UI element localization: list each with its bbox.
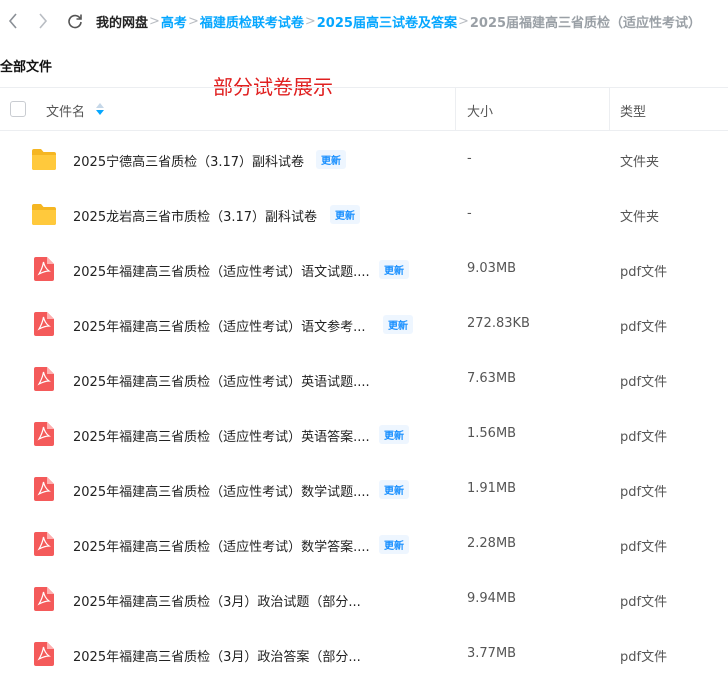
table-row[interactable]: 2025年福建高三省质检（适应性考试）语文参考... 更新 272.83KB pdf文… <box>0 297 728 352</box>
top-toolbar: 我的网盘 > 高考 > 福建质检联考试卷 >2025届高三试卷及答案 >2025届福建高三省… <box>0 0 728 42</box>
update-badge: 更新 <box>330 205 360 224</box>
file-name[interactable]: 2025龙岩高三省市质检（3.17）副科试卷 <box>73 206 317 225</box>
file-name[interactable]: 2025年福建高三省质检（3月）政治试题（部分... <box>73 591 361 610</box>
update-badge: 更新 <box>379 480 409 499</box>
refresh-button[interactable] <box>64 10 86 32</box>
folder-icon <box>31 202 57 230</box>
file-name[interactable]: 2025年福建高三省质检（适应性考试）英语试题.... <box>73 371 370 390</box>
update-badge: 更新 <box>316 150 346 169</box>
file-type: 文件夹 <box>620 210 660 225</box>
file-type: pdf文件 <box>620 650 668 665</box>
file-type: 文件夹 <box>620 155 660 170</box>
column-header-size[interactable]: 大小 <box>467 101 493 120</box>
file-type: pdf文件 <box>620 540 668 555</box>
sort-icon[interactable] <box>96 103 104 115</box>
pdf-icon <box>34 422 54 450</box>
pdf-icon <box>34 532 54 560</box>
file-type: pdf文件 <box>620 320 668 335</box>
file-type: pdf文件 <box>620 430 668 445</box>
file-size: 3.77MB <box>467 646 517 661</box>
file-type: pdf文件 <box>620 485 668 500</box>
file-size: - <box>467 151 472 166</box>
file-type: pdf文件 <box>620 375 668 390</box>
pdf-icon <box>34 587 54 615</box>
update-badge: 更新 <box>383 315 413 334</box>
pdf-icon <box>34 257 54 285</box>
file-size: 7.63MB <box>467 371 517 386</box>
file-size: - <box>467 206 472 221</box>
breadcrumb-item[interactable]: 2025届高三试卷及答案 <box>317 12 457 31</box>
file-name[interactable]: 2025年福建高三省质检（适应性考试）语文试题.... <box>73 261 370 280</box>
forward-button[interactable] <box>32 10 54 32</box>
file-size: 1.56MB <box>467 426 517 441</box>
breadcrumb-item[interactable]: 高考 <box>161 12 187 31</box>
file-name[interactable]: 2025宁德高三省质检（3.17）副科试卷 <box>73 151 304 170</box>
breadcrumb-separator-icon: > <box>304 13 316 29</box>
file-name[interactable]: 2025年福建高三省质检（适应性考试）语文参考... <box>73 316 365 335</box>
file-size: 272.83KB <box>467 316 530 331</box>
back-button[interactable] <box>2 10 24 32</box>
folder-icon <box>31 147 57 175</box>
pdf-icon <box>34 367 54 395</box>
file-name[interactable]: 2025年福建高三省质检（适应性考试）数学答案.... <box>73 536 370 555</box>
refresh-icon <box>68 14 82 29</box>
file-name[interactable]: 2025年福建高三省质检（3月）政治答案（部分... <box>73 646 361 665</box>
breadcrumb-item[interactable]: 2025届福建高三省质检（适应性考试） <box>470 12 701 31</box>
file-type: pdf文件 <box>620 265 668 280</box>
update-badge: 更新 <box>379 425 409 444</box>
breadcrumb-item[interactable]: 福建质检联考试卷 <box>200 12 304 31</box>
file-size: 1.91MB <box>467 481 517 496</box>
table-row[interactable]: 2025年福建高三省质检（3月）政治试题（部分... 9.94MB pdf文件 <box>0 572 728 627</box>
column-header-type[interactable]: 类型 <box>620 101 646 120</box>
pdf-icon <box>34 477 54 505</box>
file-name[interactable]: 2025年福建高三省质检（适应性考试）数学试题.... <box>73 481 370 500</box>
file-size: 2.28MB <box>467 536 517 551</box>
column-divider[interactable] <box>609 88 610 131</box>
update-badge: 更新 <box>379 535 409 554</box>
table-row[interactable]: 2025年福建高三省质检（适应性考试）英语试题.... 7.63MB pdf文件 <box>0 352 728 407</box>
table-row[interactable]: 2025龙岩高三省市质检（3.17）副科试卷 更新 - 文件夹 <box>0 187 728 242</box>
breadcrumb: 我的网盘 > 高考 > 福建质检联考试卷 >2025届高三试卷及答案 >2025届福建高三省… <box>96 12 701 31</box>
chevron-left-icon <box>8 13 17 29</box>
table-row[interactable]: 2025宁德高三省质检（3.17）副科试卷 更新 - 文件夹 <box>0 132 728 187</box>
breadcrumb-separator-icon: > <box>187 13 199 29</box>
table-header: 文件名 大小 类型 <box>0 87 728 131</box>
update-badge: 更新 <box>379 260 409 279</box>
file-size: 9.94MB <box>467 591 517 606</box>
column-header-name[interactable]: 文件名 <box>46 101 85 120</box>
file-size: 9.03MB <box>467 261 517 276</box>
breadcrumb-item[interactable]: 我的网盘 <box>96 12 148 31</box>
table-row[interactable]: 2025年福建高三省质检（适应性考试）数学试题.... 更新 1.91MB pdf文件 <box>0 462 728 517</box>
column-divider[interactable] <box>455 88 456 131</box>
pdf-icon <box>34 312 54 340</box>
table-row[interactable]: 2025年福建高三省质检（适应性考试）数学答案.... 更新 2.28MB pdf文件 <box>0 517 728 572</box>
table-row[interactable]: 2025年福建高三省质检（3月）政治答案（部分... 3.77MB pdf文件 <box>0 627 728 682</box>
file-list: 2025宁德高三省质检（3.17）副科试卷 更新 - 文件夹 2025龙岩高三省市质检（… <box>0 132 728 682</box>
breadcrumb-separator-icon: > <box>149 13 160 29</box>
page-title: 全部文件 <box>0 60 53 75</box>
pdf-icon <box>34 642 54 670</box>
chevron-right-icon <box>39 13 48 29</box>
file-name[interactable]: 2025年福建高三省质检（适应性考试）英语答案.... <box>73 426 370 445</box>
file-type: pdf文件 <box>620 595 668 610</box>
table-row[interactable]: 2025年福建高三省质检（适应性考试）语文试题.... 更新 9.03MB pdf文件 <box>0 242 728 297</box>
table-row[interactable]: 2025年福建高三省质检（适应性考试）英语答案.... 更新 1.56MB pdf文件 <box>0 407 728 462</box>
breadcrumb-separator-icon: > <box>457 13 469 29</box>
select-all-checkbox[interactable] <box>10 101 26 117</box>
